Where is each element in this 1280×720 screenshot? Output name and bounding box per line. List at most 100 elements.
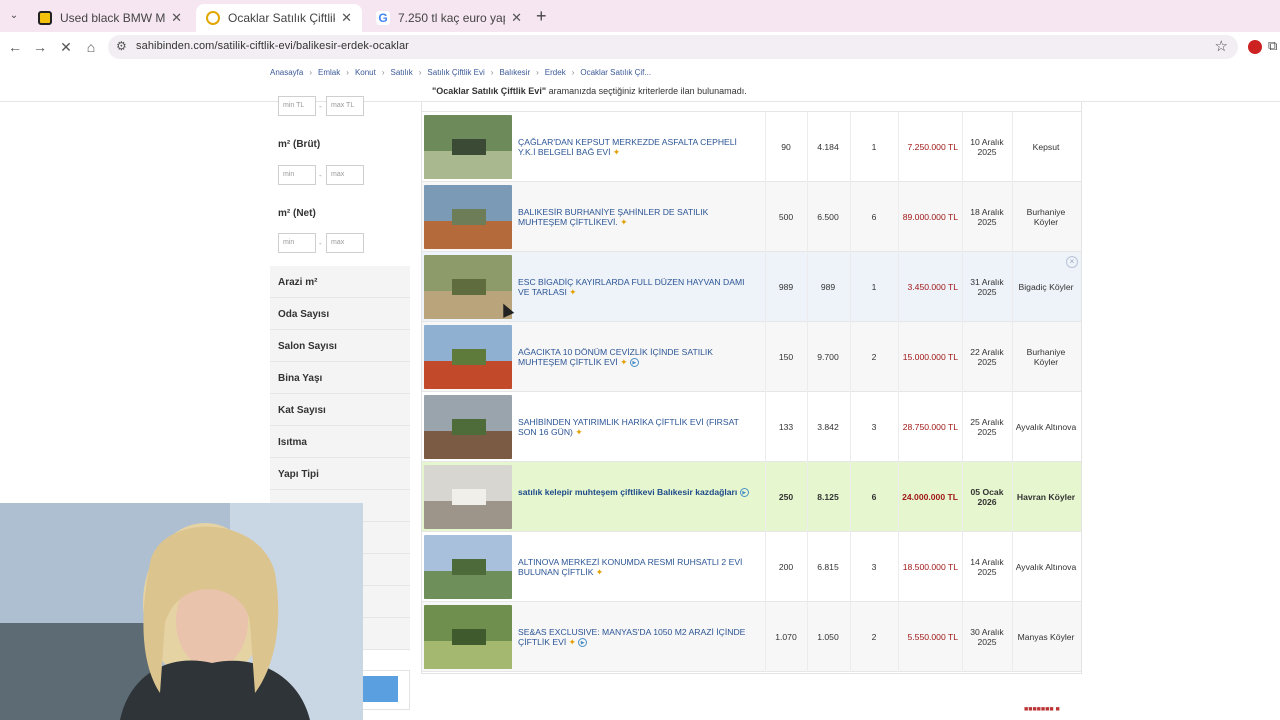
column-divider (962, 392, 963, 462)
table-row[interactable]: satılık kelepir muhteşem çiftlikevi Balı… (422, 462, 1081, 532)
breadcrumb-link[interactable]: Konut (355, 68, 376, 77)
bookmark-star-icon[interactable]: ☆ (1215, 37, 1228, 55)
highlight-icon: ✦ (620, 357, 628, 367)
price-min-input[interactable]: min TL (278, 96, 316, 116)
new-tab-icon[interactable]: + (536, 6, 547, 27)
listing-date: 22 Aralık 2025 (970, 347, 1004, 367)
listing-title-link[interactable]: satılık kelepir muhteşem çiftlikevi Balı… (518, 487, 756, 498)
breadcrumb-link[interactable]: Satılık (391, 68, 413, 77)
highlight-icon: ✦ (569, 287, 577, 297)
listing-thumbnail[interactable] (424, 465, 512, 529)
table-row[interactable]: SAHİBİNDEN YATIRIMLIK HARİKA ÇİFTLİK EVİ… (422, 392, 1081, 462)
table-row[interactable]: AĞACIKTA 10 DÖNÜM CEVİZLİK İÇİNDE SATILI… (422, 322, 1081, 392)
site-favicon-icon (206, 11, 220, 25)
breadcrumb-link[interactable]: Ocaklar Satılık Çif... (580, 68, 651, 77)
breadcrumb-link[interactable]: Balıkesir (499, 68, 530, 77)
home-icon[interactable]: ⌂ (82, 38, 100, 56)
listing-price: 89.000.000 TL (902, 212, 958, 222)
column-divider (962, 462, 963, 532)
table-row[interactable]: SE&AS EXCLUSIVE: MANYAS'DA 1050 M2 ARAZİ… (422, 602, 1081, 672)
breadcrumb-link[interactable]: Erdek (545, 68, 566, 77)
back-arrow-icon[interactable]: ← (6, 38, 24, 56)
listing-title-link[interactable]: AĞACIKTA 10 DÖNÜM CEVİZLİK İÇİNDE SATILI… (518, 347, 756, 368)
listing-location: Manyas Köyler (1017, 632, 1075, 642)
webcam-overlay (0, 503, 363, 720)
browser-tab[interactable]: Used black BMW M4 convertible ✕ (28, 4, 192, 32)
footer-button[interactable] (362, 676, 398, 702)
tab-search-icon[interactable]: ⌄ (6, 8, 22, 24)
highlight-icon: ✦ (575, 427, 583, 437)
filter-section-yapi-tipi[interactable]: Yapı Tipi (270, 458, 410, 490)
column-divider (850, 252, 851, 322)
highlight-icon: ✦ (595, 567, 604, 577)
listing-thumbnail[interactable] (424, 185, 512, 249)
listing-m2-brut: 500 (778, 212, 794, 222)
browser-tab[interactable]: G 7.250 tl kaç euro yapar - Google ✕ (366, 4, 532, 32)
m2-brut-max-input[interactable]: max (326, 165, 364, 185)
column-divider (1012, 112, 1013, 182)
column-divider (962, 252, 963, 322)
table-row[interactable]: ÇAĞLAR'DAN KEPSUT MERKEZDE ASFALTA CEPHE… (422, 112, 1081, 182)
breadcrumb-link[interactable]: Anasayfa (270, 68, 303, 77)
range-dash: - (319, 171, 322, 180)
filter-label-m2-brut[interactable]: m² (Brüt) (278, 139, 320, 150)
stop-loading-icon[interactable]: ✕ (57, 38, 75, 56)
filter-section-label: Yapı Tipi (278, 469, 319, 480)
table-row[interactable]: BALIKESİR BURHANİYE ŞAHİNLER DE SATILIK … (422, 182, 1081, 252)
forward-arrow-icon[interactable]: → (31, 38, 49, 56)
filter-section-bina-yasi[interactable]: Bina Yaşı (270, 362, 410, 394)
filter-section-label: Salon Sayısı (278, 341, 337, 352)
extensions-puzzle-icon[interactable]: ⧉ (1268, 38, 1277, 54)
listing-price: 7.250.000 TL (907, 142, 959, 152)
m2-brut-min-input[interactable]: min (278, 165, 316, 185)
table-row[interactable]: ALTINOVA MERKEZİ KONUMDA RESMİ RUHSATLI … (422, 532, 1081, 602)
filter-section-isitma[interactable]: Isıtma (270, 426, 410, 458)
site-info-icon[interactable]: ⚙ (116, 39, 127, 53)
close-tab-icon[interactable]: ✕ (511, 10, 522, 26)
listing-title-link[interactable]: ALTINOVA MERKEZİ KONUMDA RESMİ RUHSATLI … (518, 557, 756, 577)
listing-title-link[interactable]: SE&AS EXCLUSIVE: MANYAS'DA 1050 M2 ARAZİ… (518, 627, 756, 648)
listing-title-link[interactable]: ÇAĞLAR'DAN KEPSUT MERKEZDE ASFALTA CEPHE… (518, 137, 756, 157)
column-divider (1012, 182, 1013, 252)
listing-thumbnail[interactable] (424, 395, 512, 459)
listing-date: 18 Aralık 2025 (970, 207, 1004, 227)
extension-icon[interactable] (1248, 40, 1262, 54)
listing-thumbnail[interactable] (424, 605, 512, 669)
address-bar[interactable]: ⚙ sahibinden.com/satilik-ciftlik-evi/bal… (108, 35, 1238, 59)
close-circle-icon[interactable]: × (1066, 256, 1078, 268)
column-divider (898, 252, 899, 322)
close-tab-icon[interactable]: ✕ (171, 10, 182, 26)
listing-photo (424, 115, 512, 179)
breadcrumb-link[interactable]: Satılık Çiftlik Evi (427, 68, 484, 77)
listing-m2-arazi: 3.842 (817, 422, 839, 432)
listing-title-link[interactable]: BALIKESİR BURHANİYE ŞAHİNLER DE SATILIK … (518, 207, 756, 227)
close-tab-icon[interactable]: ✕ (341, 10, 352, 26)
listing-thumbnail[interactable] (424, 535, 512, 599)
price-max-input[interactable]: max TL (326, 96, 364, 116)
filter-section-oda[interactable]: Oda Sayısı (270, 298, 410, 330)
column-divider (898, 322, 899, 392)
video-icon: ▶ (739, 488, 749, 498)
breadcrumb-link[interactable]: Emlak (318, 68, 340, 77)
video-icon: ▶ (578, 638, 588, 648)
listing-price: 3.450.000 TL (907, 282, 959, 292)
listing-thumbnail[interactable] (424, 325, 512, 389)
column-divider (898, 392, 899, 462)
listing-title-link[interactable]: ESC BİGADİÇ KAYIRLARDA FULL DÜZEN HAYVAN… (518, 277, 756, 297)
filter-section-label: Oda Sayısı (278, 309, 330, 320)
filter-section-salon[interactable]: Salon Sayısı (270, 330, 410, 362)
browser-tab-active[interactable]: Ocaklar Satılık Çiftlik Evi Fiyatla ✕ (196, 4, 362, 32)
listing-thumbnail[interactable] (424, 115, 512, 179)
filter-section-arazi[interactable]: Arazi m² (270, 266, 410, 298)
listing-location: Ayvalık Altınova (1015, 562, 1077, 572)
filter-section-kat-sayisi[interactable]: Kat Sayısı (270, 394, 410, 426)
m2-net-max-input[interactable]: max (326, 233, 364, 253)
listing-title-link[interactable]: SAHİBİNDEN YATIRIMLIK HARİKA ÇİFTLİK EVİ… (518, 417, 756, 437)
filter-label-m2-net[interactable]: m² (Net) (278, 208, 316, 219)
listing-table: ÇAĞLAR'DAN KEPSUT MERKEZDE ASFALTA CEPHE… (421, 102, 1082, 674)
m2-net-min-input[interactable]: min (278, 233, 316, 253)
column-divider (850, 462, 851, 532)
table-row[interactable]: ESC BİGADİÇ KAYIRLARDA FULL DÜZEN HAYVAN… (422, 252, 1081, 322)
listing-m2-brut: 150 (778, 352, 794, 362)
listing-date: 25 Aralık 2025 (970, 417, 1004, 437)
